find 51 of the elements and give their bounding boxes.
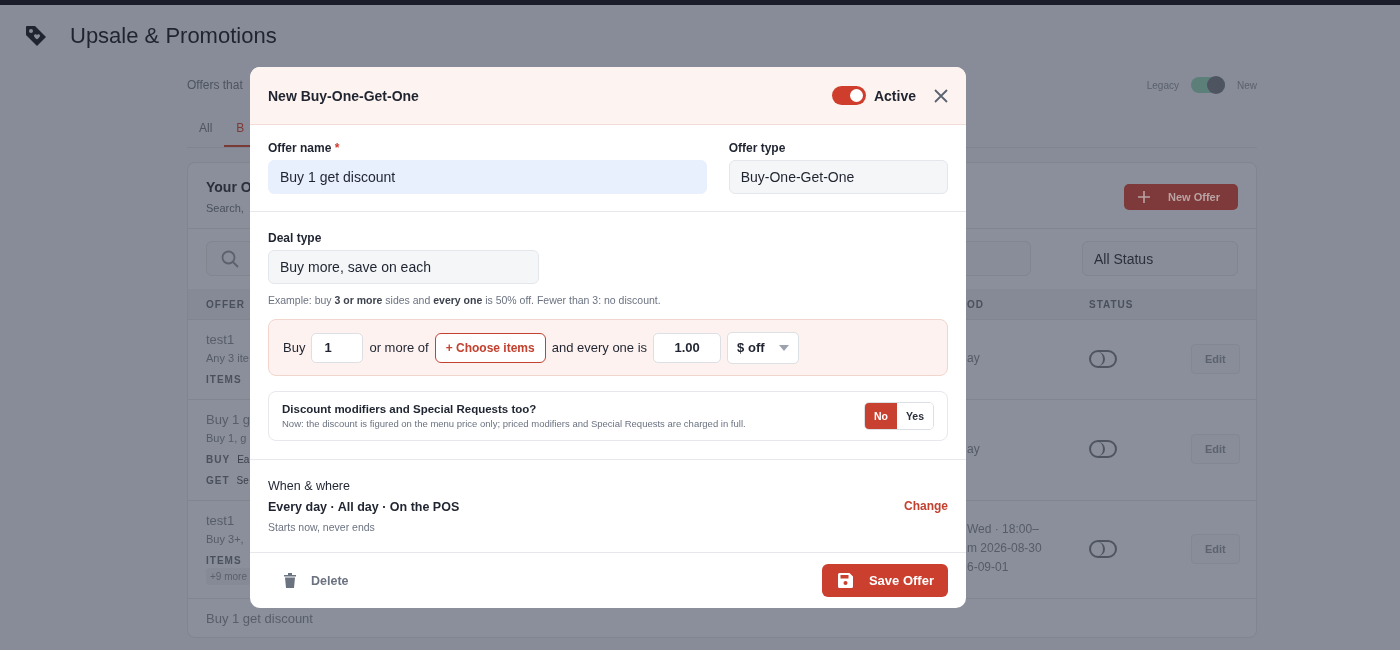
required-mark: * — [334, 141, 340, 155]
choice-option[interactable]: No — [864, 403, 897, 429]
tag-value: Ea — [237, 454, 250, 465]
close-icon[interactable] — [934, 88, 948, 103]
schedule-note: Starts now, never ends — [268, 521, 376, 533]
active-toggle[interactable] — [831, 86, 866, 105]
tag-icon — [24, 24, 48, 48]
schedule-summary: Every day · All day · On the POS — [268, 500, 460, 514]
rule-text: or more of — [369, 340, 429, 355]
plus-icon — [1138, 190, 1151, 203]
schedule-title: When & where — [268, 479, 351, 493]
rule-text: Buy — [283, 340, 306, 355]
number-input[interactable]: 1 — [311, 332, 364, 363]
choose-items-button[interactable]: + Choose items — [434, 332, 546, 363]
field-label: Deal type — [268, 231, 323, 245]
page-subtitle: Offers that — [187, 78, 243, 92]
modifiers-title: Discount modifiers and Special Requests too? — [282, 403, 538, 415]
modifiers-note: Now: the discount is figured on the menu price only; priced modifiers and Special Requests are charged in full. — [282, 418, 746, 429]
status-toggle[interactable] — [1089, 440, 1117, 458]
delete-button[interactable]: Delete — [284, 573, 349, 588]
tag-label: ITEMS — [206, 555, 242, 566]
field-label: Offer type — [728, 141, 786, 155]
column-header: OFFER — [206, 299, 245, 310]
caret-icon — [778, 344, 789, 351]
new-offer-button[interactable]: New Offer — [1124, 183, 1238, 210]
number-input[interactable]: 1.00 — [653, 332, 722, 363]
mode-toggle[interactable] — [1191, 77, 1225, 93]
tag-label: ITEMS — [206, 374, 242, 385]
discount-unit-select[interactable]: $ off — [727, 331, 799, 364]
card-subtitle: Search, — [206, 202, 245, 214]
column-header: STATUS — [1089, 299, 1134, 310]
page-title: Upsale & Promotions — [70, 23, 277, 49]
tag-label: GET — [206, 475, 230, 486]
save-offer-button[interactable]: Save Offer — [821, 564, 948, 597]
change-link[interactable]: Change — [904, 499, 948, 513]
example-text: Example: buy 3 or more sides and every one is 50% off. Fewer than 3: no discount. — [268, 294, 662, 306]
text-field[interactable]: Buy-One-Get-One — [728, 160, 948, 194]
column-header: OD — [967, 299, 984, 310]
search-icon — [221, 249, 239, 268]
deal-type-select[interactable]: Buy more, save on each — [268, 250, 539, 284]
status-toggle[interactable] — [1089, 539, 1117, 558]
rule-text: and every one is — [551, 340, 648, 355]
trash-icon — [284, 573, 296, 588]
field-label: Offer name — [268, 141, 332, 155]
text-field[interactable]: Buy 1 get discount — [268, 160, 707, 194]
dialog-title: New Buy-One-Get-One — [268, 87, 420, 104]
tag-label: BUY — [206, 454, 231, 465]
status-toggle[interactable] — [1089, 349, 1117, 368]
tag-value: Se — [236, 475, 249, 486]
status-select[interactable]: All Status — [1082, 241, 1238, 276]
active-label: Active — [873, 87, 916, 104]
